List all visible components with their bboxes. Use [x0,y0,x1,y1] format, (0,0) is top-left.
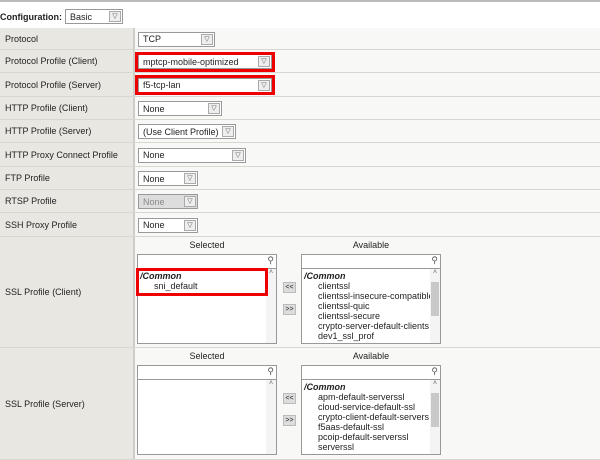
chevron-down-icon: ▽ [184,196,196,207]
protocol-profile-client-row: Protocol Profile (Client) mptcp-mobile-o… [0,50,600,73]
search-icon: ⚲ [431,255,438,265]
protocol-row: Protocol TCP ▽ [0,28,600,50]
search-icon: ⚲ [431,366,438,376]
search-input[interactable]: ⚲ [138,255,276,269]
rtsp-profile-label: RTSP Profile [0,190,135,212]
remove-button[interactable]: >> [283,304,296,315]
http-profile-server-label: HTTP Profile (Server) [0,120,135,142]
chevron-down-icon: ▽ [208,103,220,114]
list-item[interactable]: cloud-service-default-ssl [304,402,440,412]
search-input[interactable]: ⚲ [302,366,440,380]
select-value: None [143,150,165,160]
ssh-proxy-profile-select[interactable]: None ▽ [138,217,198,233]
select-value: None [143,103,165,114]
available-header: Available [352,240,390,250]
protocol-label: Protocol [0,28,135,49]
ftp-profile-select[interactable]: None ▽ [138,171,198,186]
list-item[interactable]: clientssl [304,281,440,291]
search-icon: ⚲ [267,255,274,265]
search-input[interactable]: ⚲ [138,366,276,380]
search-input[interactable]: ⚲ [302,255,440,269]
group-label: /Common [304,382,346,392]
ssl-client-available-list[interactable]: ⚲ /Common clientssl clientssl-insecure-c… [301,254,441,344]
highlight-box [135,75,275,95]
add-button[interactable]: << [283,393,296,404]
select-value: None [143,196,165,207]
protocol-profile-client-label: Protocol Profile (Client) [0,50,135,72]
select-value: (Use Client Profile) [143,126,219,137]
scrollbar[interactable]: ˄ [430,380,440,454]
select-value: None [143,173,165,184]
ssl-client-row: SSL Profile (Client) Selected Available … [0,237,600,348]
list-item[interactable]: crypto-server-default-clients [304,321,440,331]
configuration-value: Basic [70,11,93,22]
scrollbar[interactable]: ˄ [430,269,440,343]
scrollbar[interactable]: ˄ [266,380,276,454]
http-proxy-connect-profile-select[interactable]: None ▽ [138,147,246,163]
chevron-down-icon: ▽ [222,126,234,137]
protocol-profile-server-row: Protocol Profile (Server) f5-tcp-lan ▽ [0,73,600,97]
ssh-proxy-profile-row: SSH Proxy Profile None ▽ [0,213,600,237]
add-button[interactable]: << [283,282,296,293]
http-profile-client-row: HTTP Profile (Client) None ▽ [0,97,600,120]
chevron-down-icon: ▽ [201,33,213,45]
chevron-down-icon: ▽ [184,219,196,231]
selected-header: Selected [189,351,225,361]
top-border [0,0,600,2]
ssh-proxy-profile-label: SSH Proxy Profile [0,213,135,236]
protocol-profile-server-label: Protocol Profile (Server) [0,73,135,96]
http-profile-client-select[interactable]: None ▽ [138,101,222,116]
configuration: Configuration: Basic ▽ [0,9,123,24]
highlight-box [135,52,275,72]
chevron-down-icon: ▽ [109,11,121,22]
list-item[interactable]: apm-default-serverssl [304,392,440,402]
selected-header: Selected [189,240,225,250]
configuration-select[interactable]: Basic ▽ [65,9,123,24]
highlight-box [136,268,268,296]
chevron-down-icon: ▽ [184,173,196,184]
list-item[interactable]: f5aas-default-ssl [304,422,440,432]
http-proxy-connect-profile-label: HTTP Proxy Connect Profile [0,143,135,166]
ssl-server-selected-list[interactable]: ⚲ ˄ [137,365,277,455]
rtsp-profile-row: RTSP Profile None ▽ [0,190,600,213]
select-value: None [143,220,165,230]
ssl-server-row: SSL Profile (Server) Selected Available … [0,348,600,460]
group-label: /Common [304,271,346,281]
available-header: Available [352,351,390,361]
protocol-select[interactable]: TCP ▽ [138,31,215,47]
http-profile-server-row: HTTP Profile (Server) (Use Client Profil… [0,120,600,143]
ftp-profile-row: FTP Profile None ▽ [0,167,600,190]
list-item[interactable]: clientssl-insecure-compatible [304,291,440,301]
rtsp-profile-select: None ▽ [138,194,198,209]
search-icon: ⚲ [267,366,274,376]
ftp-profile-label: FTP Profile [0,167,135,189]
http-proxy-connect-profile-row: HTTP Proxy Connect Profile None ▽ [0,143,600,167]
chevron-down-icon: ▽ [232,149,244,161]
list-item[interactable]: clientssl-secure [304,311,440,321]
list-item[interactable]: clientssl-quic [304,301,440,311]
list-item[interactable]: pcoip-default-serverssl [304,432,440,442]
ssl-server-label: SSL Profile (Server) [0,348,135,459]
select-value: TCP [143,34,161,44]
list-item[interactable]: dev1_ssl_prof [304,331,440,341]
ssl-server-available-list[interactable]: ⚲ /Common apm-default-serverssl cloud-se… [301,365,441,455]
list-item[interactable]: serverssl [304,442,440,452]
configuration-label: Configuration: [0,11,62,22]
http-profile-client-label: HTTP Profile (Client) [0,97,135,119]
list-item[interactable]: crypto-client-default-servers [304,412,440,422]
http-profile-server-select[interactable]: (Use Client Profile) ▽ [138,124,236,139]
ssl-client-label: SSL Profile (Client) [0,237,135,347]
remove-button[interactable]: >> [283,415,296,426]
